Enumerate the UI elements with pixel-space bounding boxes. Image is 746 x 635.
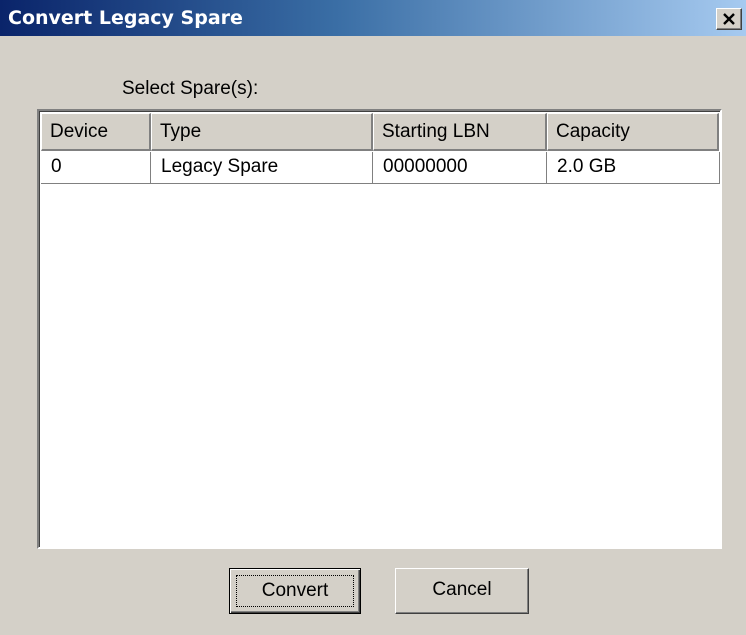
table-row[interactable]: 0 Legacy Spare 00000000 2.0 GB: [41, 152, 720, 184]
cell-capacity: 2.0 GB: [547, 152, 720, 184]
cell-device: 0: [41, 152, 151, 184]
window-title: Convert Legacy Spare: [8, 7, 243, 29]
column-header-device[interactable]: Device: [41, 113, 151, 151]
close-button[interactable]: [716, 8, 742, 30]
convert-legacy-spare-dialog: Convert Legacy Spare Select Spare(s): De…: [0, 0, 746, 635]
column-header-starting-lbn[interactable]: Starting LBN: [373, 113, 547, 151]
cancel-button[interactable]: Cancel: [395, 568, 529, 614]
spares-table-viewport: Device Type Starting LBN Capacity 0 Lega…: [39, 111, 720, 547]
spares-table[interactable]: Device Type Starting LBN Capacity 0 Lega…: [37, 109, 722, 549]
close-icon: [723, 13, 735, 25]
column-header-capacity[interactable]: Capacity: [547, 113, 719, 151]
cell-starting-lbn: 00000000: [373, 152, 547, 184]
select-spares-label: Select Spare(s):: [122, 78, 259, 99]
cell-type: Legacy Spare: [151, 152, 373, 184]
column-header-type[interactable]: Type: [151, 113, 373, 151]
convert-button-label: Convert: [236, 575, 354, 607]
table-header-row: Device Type Starting LBN Capacity: [41, 113, 719, 151]
convert-button[interactable]: Convert: [229, 568, 361, 614]
title-bar[interactable]: Convert Legacy Spare: [0, 0, 746, 36]
